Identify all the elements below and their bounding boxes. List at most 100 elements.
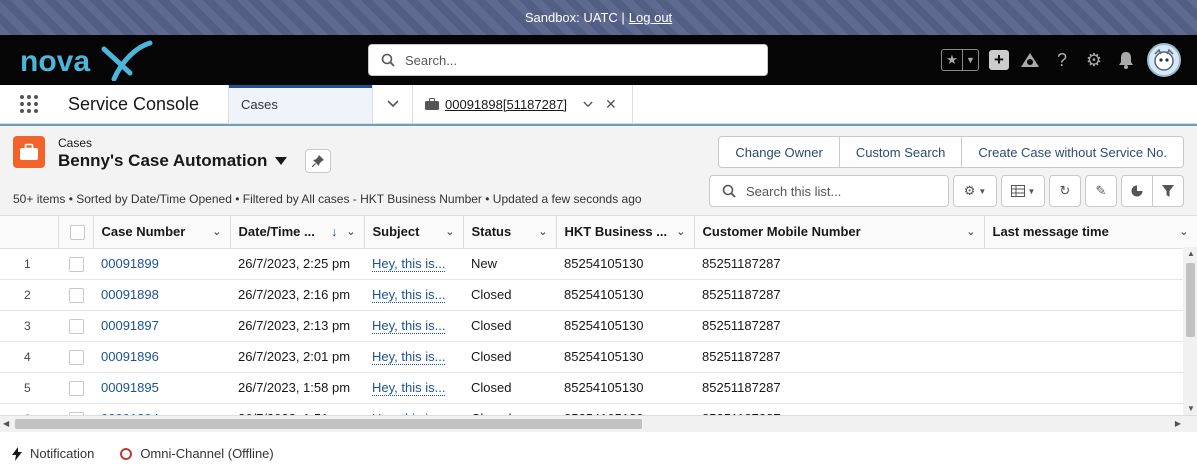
- tab-menu-chevron[interactable]: [372, 85, 412, 123]
- global-actions-plus-icon[interactable]: +: [989, 50, 1009, 70]
- notification-utility[interactable]: Notification: [12, 446, 94, 461]
- caret-down-icon[interactable]: [275, 157, 288, 165]
- column-header-subject[interactable]: Subject ⌄: [364, 216, 464, 249]
- case-number-link[interactable]: 00091898: [101, 287, 159, 302]
- avatar[interactable]: [1147, 43, 1181, 77]
- subject-link[interactable]: Hey, this is...: [372, 349, 446, 365]
- case-number-link[interactable]: 00091899: [101, 256, 159, 271]
- column-header-date-time[interactable]: Date/Time ... ↓ ⌄: [230, 216, 365, 249]
- scroll-thumb[interactable]: [15, 419, 642, 429]
- subject-link[interactable]: Hey, this is...: [372, 256, 446, 272]
- chevron-down-icon[interactable]: ⌄: [445, 225, 454, 238]
- subject-link[interactable]: Hey, this is...: [372, 287, 446, 303]
- sandbox-text: Sandbox: UATC |: [524, 10, 625, 25]
- omni-channel-utility[interactable]: Omni-Channel (Offline): [120, 446, 274, 461]
- tab-case-record[interactable]: 00091898[51187287] ✕: [412, 85, 633, 123]
- chevron-down-icon[interactable]: ▼: [962, 50, 978, 70]
- row-checkbox[interactable]: [69, 256, 84, 272]
- gear-icon[interactable]: ⚙: [1083, 49, 1105, 71]
- row-checkbox[interactable]: [69, 287, 84, 303]
- horizontal-scrollbar[interactable]: ◀ ▶: [0, 415, 1197, 432]
- change-owner-button[interactable]: Change Owner: [718, 136, 840, 168]
- column-label: Subject: [372, 224, 420, 240]
- chevron-down-icon[interactable]: ⌄: [538, 225, 547, 238]
- case-number-cell: 00091897: [93, 310, 230, 342]
- case-number-cell: 00091895: [93, 372, 230, 404]
- case-number-link[interactable]: 00091896: [101, 349, 159, 364]
- customer-mobile-cell: 85251187287: [694, 372, 984, 404]
- list-view-title[interactable]: Benny's Case Automation: [58, 151, 288, 171]
- tab-case-record-label[interactable]: 00091898[51187287]: [445, 97, 567, 112]
- novax-logo[interactable]: nova: [18, 39, 158, 81]
- hkt-business-cell: 85254105130: [556, 279, 694, 311]
- hkt-business-cell: 85254105130: [556, 248, 694, 280]
- status-cell: Closed: [463, 279, 556, 311]
- logo-text: nova: [20, 45, 90, 78]
- scroll-thumb[interactable]: [1186, 263, 1195, 337]
- create-case-button[interactable]: Create Case without Service No.: [961, 136, 1184, 168]
- sandbox-banner: Sandbox: UATC | Log out: [0, 0, 1197, 35]
- select-all-checkbox[interactable]: [69, 224, 85, 240]
- gear-icon: ⚙: [963, 183, 976, 198]
- case-number-cell: 00091896: [93, 341, 230, 373]
- row-number: 1: [0, 248, 58, 280]
- utility-bar: Notification Omni-Channel (Offline): [0, 434, 1197, 473]
- close-tab-icon[interactable]: ✕: [605, 96, 617, 113]
- tab-cases[interactable]: Cases: [228, 85, 372, 123]
- case-table: Case Number ⌄ Date/Time ... ↓ ⌄ Subject ⌄ St…: [0, 215, 1197, 434]
- case-number-link[interactable]: 00091897: [101, 318, 159, 333]
- hkt-business-cell: 85254105130: [556, 310, 694, 342]
- refresh-icon[interactable]: ↻: [1049, 175, 1081, 207]
- edit-icon[interactable]: ✎: [1085, 175, 1117, 207]
- trailhead-icon[interactable]: [1019, 49, 1041, 71]
- list-summary: 50+ items • Sorted by Date/Time Opened •…: [13, 192, 642, 206]
- list-settings-button[interactable]: ⚙ ▼: [953, 175, 997, 207]
- chevron-down-icon[interactable]: ⌄: [966, 225, 975, 238]
- help-icon[interactable]: ?: [1051, 49, 1073, 71]
- chevron-down-icon[interactable]: ⌄: [1179, 225, 1188, 238]
- date-time-cell: 26/7/2023, 1:58 pm: [230, 372, 364, 404]
- column-header-hkt-business[interactable]: HKT Business ... ⌄: [556, 216, 695, 249]
- custom-search-button[interactable]: Custom Search: [838, 136, 963, 168]
- chevron-down-icon[interactable]: ⌄: [346, 225, 355, 238]
- row-select-cell: [58, 279, 93, 311]
- row-checkbox[interactable]: [69, 380, 84, 396]
- column-label: Date/Time ...: [238, 224, 315, 240]
- display-as-button[interactable]: ▼: [1001, 175, 1045, 207]
- case-number-link[interactable]: 00091895: [101, 380, 159, 395]
- subject-link[interactable]: Hey, this is...: [372, 318, 446, 334]
- logout-link[interactable]: Log out: [629, 10, 672, 25]
- filter-icon[interactable]: [1152, 175, 1184, 207]
- list-search-box[interactable]: [709, 175, 949, 207]
- row-checkbox[interactable]: [69, 349, 84, 365]
- bell-icon[interactable]: [1115, 49, 1137, 71]
- subject-link[interactable]: Hey, this is...: [372, 380, 446, 396]
- column-header-customer-mobile[interactable]: Customer Mobile Number ⌄: [694, 216, 985, 249]
- chevron-down-icon[interactable]: ⌄: [212, 225, 221, 238]
- last-message-time-cell: [984, 341, 1197, 373]
- global-search-box[interactable]: [368, 44, 768, 76]
- chart-icon[interactable]: [1121, 175, 1153, 207]
- column-header-status[interactable]: Status ⌄: [463, 216, 557, 249]
- row-checkbox[interactable]: [69, 318, 84, 334]
- chevron-down-icon[interactable]: [583, 101, 593, 108]
- app-launcher-icon[interactable]: [0, 85, 58, 123]
- pin-icon[interactable]: [305, 149, 331, 173]
- row-number-header: [0, 216, 59, 249]
- table-row[interactable]: 5 00091895 26/7/2023, 1:58 pm Hey, this is.…: [0, 372, 1197, 404]
- list-search-input[interactable]: [746, 183, 946, 199]
- column-header-case-number[interactable]: Case Number ⌄: [93, 216, 231, 249]
- subject-cell: Hey, this is...: [364, 341, 463, 373]
- star-icon[interactable]: ★: [942, 50, 962, 70]
- column-header-last-message-time[interactable]: Last message time ⌄: [984, 216, 1197, 249]
- table-row[interactable]: 3 00091897 26/7/2023, 2:13 pm Hey, this is.…: [0, 310, 1197, 342]
- chevron-down-icon[interactable]: ⌄: [676, 225, 685, 238]
- select-all-header: [58, 216, 94, 249]
- offline-status-icon: [120, 447, 133, 460]
- global-search-input[interactable]: [405, 52, 745, 68]
- table-row[interactable]: 4 00091896 26/7/2023, 2:01 pm Hey, this is.…: [0, 341, 1197, 373]
- table-row[interactable]: 2 00091898 26/7/2023, 2:16 pm Hey, this is.…: [0, 279, 1197, 311]
- vertical-scrollbar[interactable]: ▲ ▼: [1183, 247, 1197, 415]
- table-row[interactable]: 1 00091899 26/7/2023, 2:25 pm Hey, this is.…: [0, 248, 1197, 280]
- date-time-cell: 26/7/2023, 2:16 pm: [230, 279, 364, 311]
